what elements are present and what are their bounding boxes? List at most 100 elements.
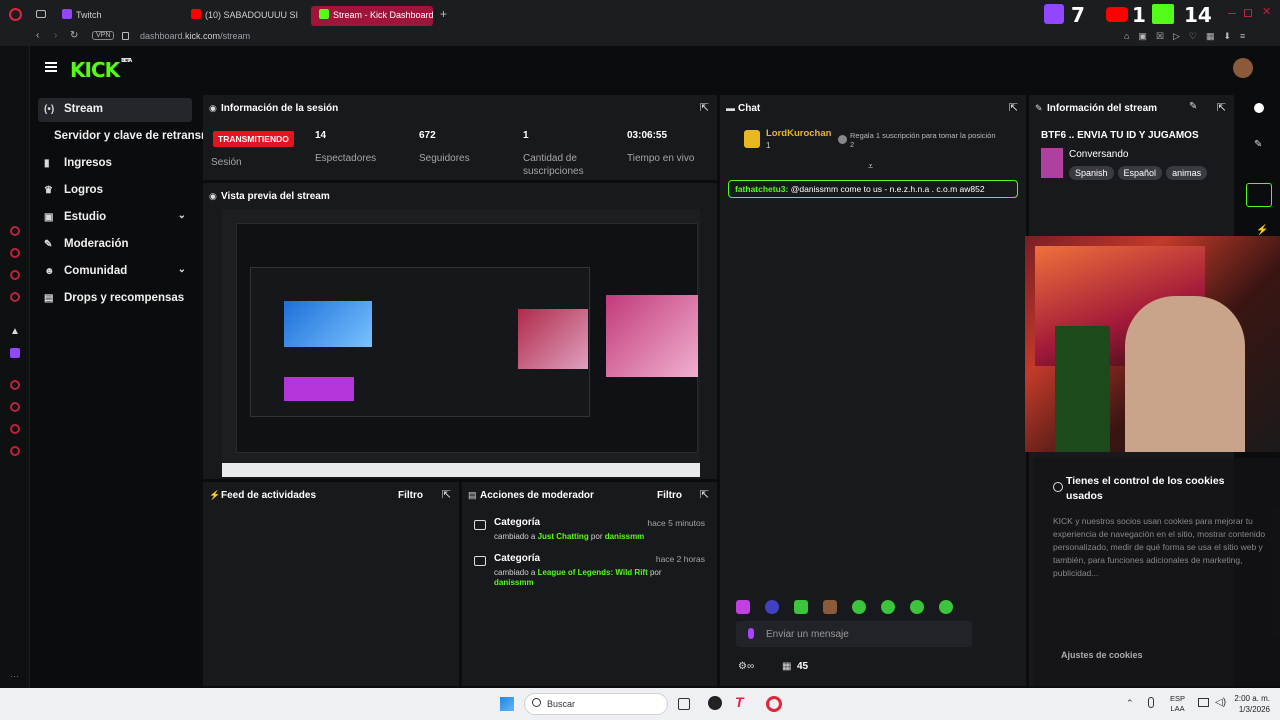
mic-icon[interactable] (748, 628, 754, 639)
youtube-icon (1106, 7, 1128, 22)
expand-icon[interactable]: ⇱ (1009, 101, 1018, 114)
emote-icon[interactable] (939, 600, 953, 614)
stream-preview-panel: ◉ Vista previa del stream (203, 183, 717, 479)
nav-community[interactable]: ☻ Comunidad ⌄ (38, 260, 192, 284)
emote-icon[interactable] (910, 600, 924, 614)
emote-icon[interactable] (736, 600, 750, 614)
chat-message[interactable]: fathatchetu3: @danissmm come to us - n.e… (728, 180, 1018, 198)
expand-icon[interactable]: ⇱ (700, 488, 709, 501)
nav-income[interactable]: ▮ Ingresos (38, 152, 192, 176)
aria-icon[interactable] (10, 226, 20, 236)
emote-icon[interactable] (852, 600, 866, 614)
messenger-icon[interactable] (10, 248, 20, 258)
new-tab-button[interactable]: + (440, 7, 447, 21)
mic-tray-icon[interactable] (1148, 697, 1154, 708)
nav-studio[interactable]: ▣ Estudio ⌄ (38, 206, 192, 230)
category-name[interactable]: Conversando (1069, 149, 1128, 160)
vpn-badge[interactable]: VPN (92, 31, 115, 40)
viewer-count: 45 (797, 661, 809, 672)
kick-viewer-count: 14 (1184, 3, 1212, 27)
panel-title: Feed de actividades (221, 490, 317, 501)
avatar[interactable] (1233, 58, 1253, 78)
expand-icon[interactable]: ⇱ (700, 101, 709, 114)
network-icon[interactable] (1198, 698, 1209, 707)
chevron-down-icon: ⌄ (177, 264, 186, 275)
chat-input[interactable]: Enviar un mensaje (736, 621, 972, 647)
browser-tab-bar: Twitch (10) SABADOUUUU SI Stream - Kick … (0, 0, 1280, 28)
expand-icon[interactable]: ⇱ (442, 488, 451, 501)
tab-youtube[interactable]: (10) SABADOUUUU SI (183, 6, 307, 26)
clock[interactable]: 2:00 a. m. 1/3/2026 (1234, 693, 1270, 715)
whatsapp-icon[interactable] (10, 270, 20, 280)
capture-icon[interactable] (1246, 183, 1272, 207)
pencil-icon[interactable]: ✎ (1254, 139, 1262, 150)
tag[interactable]: Spanish (1069, 166, 1114, 180)
telegram-icon[interactable] (10, 292, 20, 302)
settings-icon[interactable]: ⚙∞ (738, 661, 754, 672)
twitch-sidebar-icon[interactable] (10, 348, 20, 358)
more-icon[interactable]: ··· (10, 671, 19, 681)
history-icon[interactable] (10, 402, 20, 412)
lightning-icon[interactable]: ⚡ (1256, 225, 1268, 236)
windows-start-icon[interactable] (500, 697, 514, 711)
expand-icon[interactable]: ⇱ (1217, 101, 1226, 114)
volume-icon[interactable]: ◁) (1215, 697, 1226, 708)
preview-windows-wallpaper (284, 301, 372, 347)
nav-moderation[interactable]: ✎ Moderación (38, 233, 192, 257)
send-icon[interactable] (10, 424, 20, 434)
chevron-down-icon: ⌄ (177, 210, 186, 221)
maximize-button[interactable] (1244, 9, 1252, 17)
url-field[interactable]: dashboard.kick.com/stream (140, 31, 250, 41)
filter-button[interactable]: Filtro (657, 490, 682, 501)
lock-icon (122, 32, 129, 40)
nav-drops[interactable]: ▤ Drops y recompensas (38, 287, 192, 311)
opera-logo-icon[interactable] (9, 8, 22, 21)
twitch-viewer-count: 7 (1071, 3, 1085, 27)
nav-stream[interactable]: (•) Stream (38, 98, 192, 122)
stream-preview-video[interactable] (222, 209, 700, 477)
info-icon[interactable] (1254, 103, 1264, 113)
tab-twitch[interactable]: Twitch (54, 6, 180, 26)
tag[interactable]: Español (1117, 166, 1163, 180)
pinned-username[interactable]: LordKurochan (766, 128, 831, 139)
app-t-icon[interactable]: T (735, 694, 744, 710)
edit-icon[interactable]: ✎ (1189, 101, 1197, 112)
reload-icon[interactable]: ↻ (70, 30, 78, 41)
workspaces-icon[interactable] (36, 10, 46, 18)
forward-icon[interactable]: › (54, 30, 57, 41)
twitch-icon (62, 9, 72, 19)
task-view-icon[interactable] (678, 698, 690, 710)
tray-chevron-icon[interactable]: ⌃ (1126, 698, 1134, 709)
emote-icon[interactable] (794, 600, 808, 614)
nav-server-key[interactable]: Servidor y clave de retransmisión (28, 125, 208, 149)
preview-webcam-2 (606, 295, 698, 377)
clock-icon[interactable] (10, 380, 20, 390)
stream-title: BTF6 .. ENVIA TU ID Y JUGAMOS (1041, 130, 1199, 141)
panel-title: Acciones de moderador (480, 490, 594, 501)
tab-kick-dashboard[interactable]: Stream - Kick Dashboard (311, 6, 433, 26)
cookie-settings-button[interactable]: Ajustes de cookies (1061, 650, 1143, 660)
language-indicator[interactable]: ESP LAA (1170, 694, 1185, 714)
opera-taskbar-icon[interactable] (766, 696, 782, 712)
emote-icon[interactable] (823, 600, 837, 614)
nav-achievements[interactable]: ♛ Logros (38, 179, 192, 203)
minimize-button[interactable] (1228, 13, 1236, 14)
menu-icon[interactable] (45, 62, 57, 72)
taskbar-search[interactable]: Buscar (524, 693, 668, 715)
tag[interactable]: animas (1166, 166, 1208, 180)
emote-icon[interactable] (881, 600, 895, 614)
uptime-value: 03:06:55 (627, 130, 668, 141)
webcam-person (1125, 296, 1245, 452)
cookie-title: Tienes el control de los cookies usados (1066, 475, 1225, 502)
close-button[interactable]: ✕ (1262, 5, 1271, 18)
collapse-icon[interactable]: ⩡ (868, 161, 873, 172)
users-icon: ▦ (782, 661, 792, 672)
back-icon[interactable]: ‹ (36, 30, 39, 41)
gift-icon (838, 135, 847, 144)
obs-icon[interactable] (708, 696, 722, 710)
kick-logo[interactable]: KICK BETA (70, 58, 132, 82)
emote-icon[interactable] (765, 600, 779, 614)
aria-ai-icon[interactable]: ▲ (10, 326, 20, 337)
settings-icon[interactable] (10, 446, 20, 456)
filter-button[interactable]: Filtro (398, 490, 423, 501)
